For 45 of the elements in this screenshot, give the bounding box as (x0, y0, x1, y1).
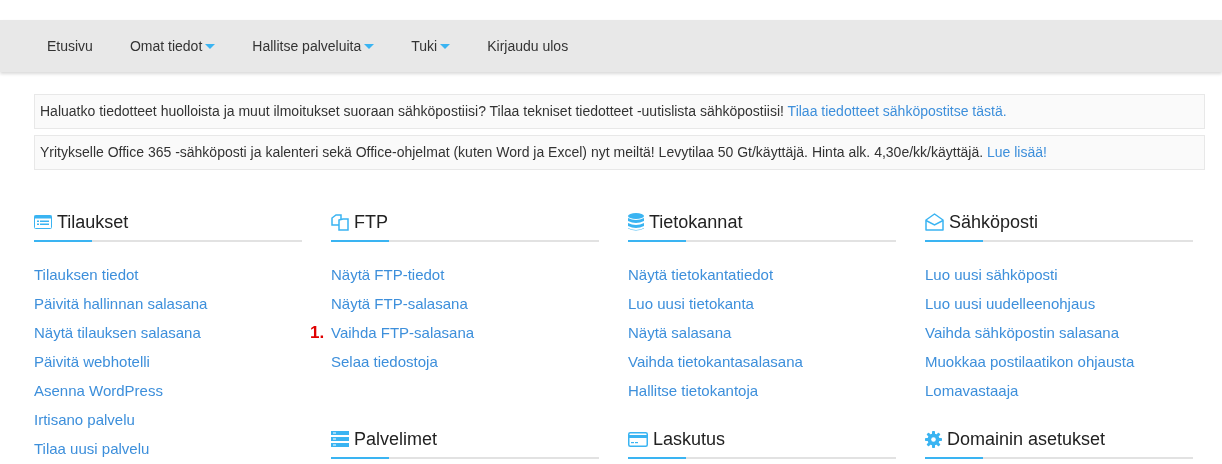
menu-link[interactable]: Tilaa uusi palvelu (34, 440, 150, 457)
section-title: Laskutus (653, 428, 726, 450)
notice-link[interactable]: Tilaa tiedotteet sähköpostitse tästä. (787, 103, 1007, 119)
nav-item[interactable]: Hallitse palveluita (234, 38, 393, 54)
menu-link[interactable]: Vaihda sähköpostin salasana (925, 324, 1120, 341)
menu-link[interactable]: Luo uusi tietokanta (628, 295, 754, 312)
menu-link[interactable]: Selaa tiedostoja (331, 353, 438, 370)
menu-link[interactable]: Näytä FTP-tiedot (331, 266, 445, 283)
menu-link[interactable]: Näytä salasana (628, 324, 732, 341)
section-title: Tilaukset (57, 211, 129, 233)
documents-icon (331, 213, 349, 231)
settings-icon (925, 430, 942, 448)
credit-card-icon (628, 431, 648, 447)
menu-link[interactable]: Vaihda FTP-salasana (331, 324, 475, 341)
annotation-number: 1. (310, 323, 325, 343)
nav-item[interactable]: Omat tiedot (111, 38, 234, 54)
nav-item[interactable]: Tuki (393, 38, 469, 54)
notice-link[interactable]: Lue lisää! (987, 144, 1047, 160)
menu-link[interactable]: Irtisano palvelu (34, 411, 135, 428)
menu-link[interactable]: Luo uusi sähköposti (925, 266, 1058, 283)
section-title: Tietokannat (649, 211, 743, 233)
menu-link[interactable]: Tilauksen tiedot (34, 266, 139, 283)
menu-link[interactable]: Luo uusi uudelleenohjaus (925, 295, 1096, 312)
notice-text: Yritykselle Office 365 -sähköposti ja kalenteri sekä Office-ohjelmat (kuten Word ja Excel) nyt meiltä! Levytilaa 50 Gt/käyttäjä. Hinta alk. 4,30e/kk/käyttäjä. (40, 144, 984, 160)
section-title: Domainin asetukset (947, 428, 1106, 450)
menu-link[interactable]: Asenna WordPress (34, 382, 163, 399)
menu-link[interactable]: Näytä FTP-salasana (331, 295, 468, 312)
menu-link[interactable]: Hallitse tietokantoja (628, 382, 759, 399)
nav-item[interactable]: Kirjaudu ulos (469, 38, 587, 54)
menu-link[interactable]: Näytä tietokantatiedot (628, 266, 774, 283)
section-title: FTP (354, 211, 388, 233)
menu-link[interactable]: Päivitä webhotelli (34, 353, 150, 370)
list-icon (34, 215, 52, 229)
menu-link[interactable]: Vaihda tietokantasalasana (628, 353, 803, 370)
menu-link[interactable]: Muokkaa postilaatikon ohjausta (925, 353, 1135, 370)
section-title: Palvelimet (354, 428, 438, 450)
menu-link[interactable]: Lomavastaaja (925, 382, 1019, 399)
notice-text: Haluatko tiedotteet huolloista ja muut ilmoitukset suoraan sähköpostiisi? Tilaa tekniset tiedotteet -uutislista sähköpostiisi! (40, 103, 784, 119)
server-icon (331, 431, 349, 447)
section-title: Sähköposti (949, 211, 1039, 233)
menu-link[interactable]: Näytä tilauksen salasana (34, 324, 201, 341)
database-icon (628, 213, 644, 231)
nav-item[interactable]: Etusivu (29, 38, 111, 54)
envelope-icon (925, 213, 944, 231)
menu-link[interactable]: Päivitä hallinnan salasana (34, 295, 208, 312)
